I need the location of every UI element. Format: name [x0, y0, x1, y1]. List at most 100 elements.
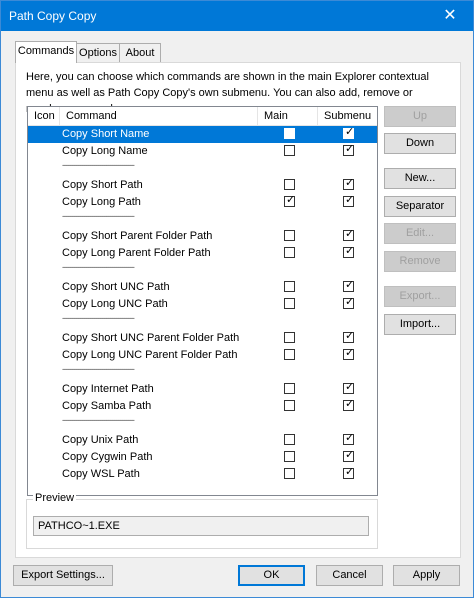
- checkmark-icon: ✓: [345, 432, 355, 444]
- commands-list[interactable]: Icon Command Main menu Submenu Copy Shor…: [27, 106, 378, 496]
- command-name: Copy Short UNC Parent Folder Path: [62, 332, 240, 344]
- separator-row[interactable]: ------------------------------------: [28, 313, 377, 330]
- main-menu-checkbox[interactable]: [284, 179, 295, 190]
- checkmark-icon: ✓: [345, 194, 355, 206]
- separator-line: ------------------------------------: [62, 211, 135, 221]
- main-menu-checkbox[interactable]: [284, 298, 295, 309]
- window-title: Path Copy Copy: [9, 9, 97, 23]
- main-menu-checkbox[interactable]: [284, 451, 295, 462]
- command-row[interactable]: Copy Short UNC Path ✓: [28, 279, 377, 296]
- separator-button[interactable]: Separator: [384, 196, 456, 217]
- preview-label: Preview: [33, 492, 77, 504]
- edit-button[interactable]: Edit...: [384, 223, 456, 244]
- down-button[interactable]: Down: [384, 133, 456, 154]
- submenu-checkbox[interactable]: ✓: [343, 330, 355, 343]
- ok-button[interactable]: OK: [238, 565, 305, 586]
- command-row[interactable]: Copy Internet Path ✓: [28, 381, 377, 398]
- command-name: Copy Unix Path: [62, 434, 139, 446]
- command-row[interactable]: Copy Long Path ✓ ✓: [28, 194, 377, 211]
- main-menu-checkbox[interactable]: [284, 247, 295, 258]
- command-name: Copy Short Path: [62, 179, 143, 191]
- close-icon[interactable]: ✕: [427, 1, 473, 31]
- submenu-checkbox[interactable]: ✓: [343, 194, 355, 207]
- up-button[interactable]: Up: [384, 106, 456, 127]
- command-row[interactable]: Copy Long UNC Path ✓: [28, 296, 377, 313]
- main-menu-checkbox[interactable]: [284, 128, 295, 139]
- command-row[interactable]: Copy Unix Path ✓: [28, 432, 377, 449]
- cancel-button[interactable]: Cancel: [316, 565, 383, 586]
- column-header-main-menu[interactable]: Main menu: [258, 107, 318, 140]
- main-menu-checkbox[interactable]: [284, 434, 295, 445]
- main-menu-checkbox[interactable]: [284, 400, 295, 411]
- submenu-checkbox[interactable]: ✓: [343, 279, 355, 292]
- checkmark-icon: ✓: [345, 466, 355, 478]
- main-menu-checkbox[interactable]: [284, 230, 295, 241]
- submenu-checkbox[interactable]: ✓: [343, 228, 354, 241]
- separator-row[interactable]: ------------------------------------: [28, 415, 377, 432]
- column-header-icon[interactable]: Icon: [28, 107, 60, 125]
- separator-line: ------------------------------------: [62, 415, 135, 425]
- new-button[interactable]: New...: [384, 168, 456, 189]
- checkmark-icon: ✓: [345, 279, 355, 291]
- command-name: Copy Cygwin Path: [62, 451, 153, 463]
- checkmark-icon: ✓: [345, 449, 355, 461]
- title-bar: Path Copy Copy ✕: [1, 1, 473, 31]
- command-row[interactable]: Copy Cygwin Path ✓: [28, 449, 377, 466]
- export-settings-button[interactable]: Export Settings...: [13, 565, 113, 586]
- command-row[interactable]: Copy Long Name ✓: [28, 143, 377, 160]
- submenu-checkbox[interactable]: ✓: [343, 177, 354, 190]
- submenu-checkbox[interactable]: ✓: [343, 143, 355, 156]
- checkmark-icon: ✓: [345, 245, 355, 257]
- tab-options[interactable]: Options: [76, 43, 120, 62]
- preview-field: PATHCO~1.EXE: [33, 516, 369, 536]
- command-row[interactable]: Copy Long Parent Folder Path ✓: [28, 245, 377, 262]
- preview-group: Preview PATHCO~1.EXE: [26, 492, 378, 549]
- main-menu-checkbox[interactable]: [284, 281, 295, 292]
- command-row[interactable]: Copy Short Parent Folder Path ✓: [28, 228, 377, 245]
- main-menu-checkbox[interactable]: [284, 332, 295, 343]
- separator-row[interactable]: ------------------------------------: [28, 160, 377, 177]
- command-row[interactable]: Copy Short Name ✓: [28, 126, 377, 143]
- submenu-checkbox[interactable]: ✓: [343, 432, 355, 445]
- import-button[interactable]: Import...: [384, 314, 456, 335]
- separator-row[interactable]: ------------------------------------: [28, 211, 377, 228]
- checkmark-icon: ✓: [345, 126, 355, 138]
- column-header-command[interactable]: Command: [60, 107, 258, 125]
- command-name: Copy WSL Path: [62, 468, 140, 480]
- separator-row[interactable]: ------------------------------------: [28, 364, 377, 381]
- remove-button[interactable]: Remove: [384, 251, 456, 272]
- main-menu-checkbox[interactable]: [284, 349, 295, 360]
- command-name: Copy Samba Path: [62, 400, 152, 412]
- command-name: Copy Internet Path: [62, 383, 154, 395]
- command-row[interactable]: Copy Long UNC Parent Folder Path ✓: [28, 347, 377, 364]
- submenu-checkbox[interactable]: ✓: [343, 398, 354, 411]
- checkmark-icon: ✓: [345, 143, 355, 155]
- command-row[interactable]: Copy Short Path ✓: [28, 177, 377, 194]
- checkmark-icon: ✓: [345, 330, 355, 342]
- submenu-checkbox[interactable]: ✓: [343, 126, 355, 139]
- submenu-checkbox[interactable]: ✓: [343, 466, 355, 479]
- separator-line: ------------------------------------: [62, 364, 135, 374]
- command-name: Copy Long Name: [62, 145, 148, 157]
- separator-row[interactable]: ------------------------------------: [28, 262, 377, 279]
- command-row[interactable]: Copy Short UNC Parent Folder Path ✓: [28, 330, 377, 347]
- separator-line: ------------------------------------: [62, 262, 135, 272]
- apply-button[interactable]: Apply: [393, 565, 460, 586]
- submenu-checkbox[interactable]: ✓: [343, 381, 354, 394]
- main-menu-checkbox[interactable]: [284, 468, 295, 479]
- export-button[interactable]: Export...: [384, 286, 456, 307]
- submenu-checkbox[interactable]: ✓: [343, 347, 354, 360]
- main-menu-checkbox[interactable]: [284, 145, 295, 156]
- main-menu-checkbox[interactable]: [284, 383, 295, 394]
- separator-line: ------------------------------------: [62, 313, 135, 323]
- submenu-checkbox[interactable]: ✓: [343, 449, 355, 462]
- main-menu-checkbox[interactable]: ✓: [284, 194, 295, 207]
- separator-line: ------------------------------------: [62, 160, 135, 170]
- submenu-checkbox[interactable]: ✓: [343, 296, 354, 309]
- tab-about[interactable]: About: [119, 43, 161, 62]
- command-row[interactable]: Copy WSL Path ✓: [28, 466, 377, 483]
- column-header-submenu[interactable]: Submenu: [318, 107, 377, 125]
- command-row[interactable]: Copy Samba Path ✓: [28, 398, 377, 415]
- tab-commands[interactable]: Commands: [15, 41, 77, 63]
- submenu-checkbox[interactable]: ✓: [343, 245, 355, 258]
